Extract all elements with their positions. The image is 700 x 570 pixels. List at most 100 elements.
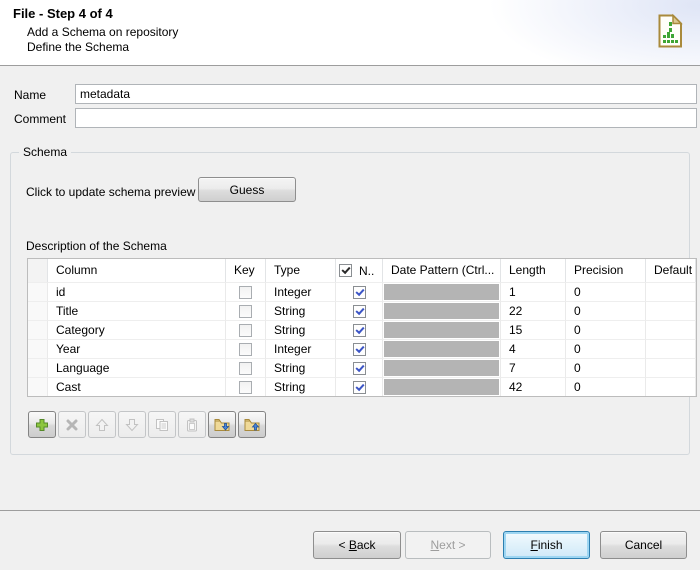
cell-nullable xyxy=(336,358,383,377)
wizard-dialog: File - Step 4 of 4 Add a Schema on repos… xyxy=(0,0,700,570)
copy-button[interactable] xyxy=(148,411,176,438)
import-schema-button[interactable] xyxy=(208,411,236,438)
schema-table-header: Column Key Type N.. Date Pattern (Ctrl..… xyxy=(28,259,696,282)
cell-type[interactable]: Integer xyxy=(266,339,336,358)
comment-input[interactable] xyxy=(75,108,697,128)
folder-import-icon xyxy=(214,418,230,432)
cell-key xyxy=(226,358,266,377)
cell-type[interactable]: String xyxy=(266,320,336,339)
cell-precision[interactable]: 0 xyxy=(566,320,646,339)
nullable-checkbox[interactable] xyxy=(353,324,366,337)
cell-column[interactable]: Cast xyxy=(48,377,226,396)
cell-default[interactable] xyxy=(646,339,696,358)
remove-column-button[interactable] xyxy=(58,411,86,438)
cell-default[interactable] xyxy=(646,282,696,301)
header-nullable-checkbox[interactable] xyxy=(339,264,352,277)
schema-description-label: Description of the Schema xyxy=(26,239,167,253)
key-checkbox[interactable] xyxy=(239,381,252,394)
cell-default[interactable] xyxy=(646,320,696,339)
cell-nullable xyxy=(336,282,383,301)
nullable-checkbox[interactable] xyxy=(353,362,366,375)
arrow-down-icon xyxy=(125,418,139,432)
next-button[interactable]: Next > xyxy=(405,531,491,559)
header-key: Key xyxy=(226,259,266,282)
move-up-button[interactable] xyxy=(88,411,116,438)
comment-label: Comment xyxy=(14,112,66,126)
cell-length[interactable]: 7 xyxy=(501,358,566,377)
folder-export-icon xyxy=(244,418,260,432)
nullable-checkbox[interactable] xyxy=(353,286,366,299)
cell-precision[interactable]: 0 xyxy=(566,339,646,358)
date-pattern-disabled-fill xyxy=(384,341,499,357)
key-checkbox[interactable] xyxy=(239,362,252,375)
key-checkbox[interactable] xyxy=(239,286,252,299)
nullable-checkbox[interactable] xyxy=(353,381,366,394)
cell-length[interactable]: 4 xyxy=(501,339,566,358)
row-selector-cell[interactable] xyxy=(28,282,48,301)
cell-date-pattern xyxy=(383,339,501,358)
cell-precision[interactable]: 0 xyxy=(566,282,646,301)
date-pattern-disabled-fill xyxy=(384,379,499,395)
cell-precision[interactable]: 0 xyxy=(566,358,646,377)
header-nullable-label: N.. xyxy=(359,260,374,282)
banner-subtitle-2: Define the Schema xyxy=(27,40,129,54)
cell-column[interactable]: id xyxy=(48,282,226,301)
page-title: File - Step 4 of 4 xyxy=(13,6,113,21)
key-checkbox[interactable] xyxy=(239,324,252,337)
cell-default[interactable] xyxy=(646,301,696,320)
cell-type[interactable]: Integer xyxy=(266,282,336,301)
schema-file-icon xyxy=(655,13,685,49)
cell-date-pattern xyxy=(383,358,501,377)
table-row: Cast String 42 0 xyxy=(28,377,696,396)
cell-length[interactable]: 42 xyxy=(501,377,566,396)
cell-length[interactable]: 22 xyxy=(501,301,566,320)
cell-column[interactable]: Category xyxy=(48,320,226,339)
cell-length[interactable]: 15 xyxy=(501,320,566,339)
cell-type[interactable]: String xyxy=(266,358,336,377)
footer-separator xyxy=(0,510,700,511)
row-selector-cell[interactable] xyxy=(28,301,48,320)
add-column-button[interactable] xyxy=(28,411,56,438)
key-checkbox[interactable] xyxy=(239,305,252,318)
cell-default[interactable] xyxy=(646,358,696,377)
paste-icon xyxy=(185,418,199,432)
table-row: Title String 22 0 xyxy=(28,301,696,320)
cell-precision[interactable]: 0 xyxy=(566,377,646,396)
name-label: Name xyxy=(14,88,46,102)
date-pattern-disabled-fill xyxy=(384,284,499,300)
key-checkbox[interactable] xyxy=(239,343,252,356)
row-selector-cell[interactable] xyxy=(28,339,48,358)
table-row: Year Integer 4 0 xyxy=(28,339,696,358)
cell-nullable xyxy=(336,301,383,320)
cell-precision[interactable]: 0 xyxy=(566,301,646,320)
cancel-button[interactable]: Cancel xyxy=(600,531,687,559)
header-row-selector xyxy=(28,259,48,282)
cell-nullable xyxy=(336,377,383,396)
cell-length[interactable]: 1 xyxy=(501,282,566,301)
header-nullable: N.. xyxy=(336,259,383,282)
row-selector-cell[interactable] xyxy=(28,320,48,339)
nullable-checkbox[interactable] xyxy=(353,343,366,356)
export-schema-button[interactable] xyxy=(238,411,266,438)
cell-type[interactable]: String xyxy=(266,301,336,320)
cell-type[interactable]: String xyxy=(266,377,336,396)
row-selector-cell[interactable] xyxy=(28,377,48,396)
cell-column[interactable]: Title xyxy=(48,301,226,320)
move-down-button[interactable] xyxy=(118,411,146,438)
cell-column[interactable]: Language xyxy=(48,358,226,377)
cell-column[interactable]: Year xyxy=(48,339,226,358)
cell-default[interactable] xyxy=(646,377,696,396)
cell-date-pattern xyxy=(383,377,501,396)
name-input[interactable] xyxy=(75,84,697,104)
paste-button[interactable] xyxy=(178,411,206,438)
finish-button[interactable]: Finish xyxy=(503,531,590,559)
row-selector-cell[interactable] xyxy=(28,358,48,377)
cell-nullable xyxy=(336,339,383,358)
guess-button[interactable]: Guess xyxy=(198,177,296,202)
banner-subtitle-1: Add a Schema on repository xyxy=(27,25,178,39)
nullable-checkbox[interactable] xyxy=(353,305,366,318)
back-button[interactable]: < Back xyxy=(313,531,401,559)
cell-date-pattern xyxy=(383,301,501,320)
arrow-up-icon xyxy=(95,418,109,432)
cell-key xyxy=(226,282,266,301)
